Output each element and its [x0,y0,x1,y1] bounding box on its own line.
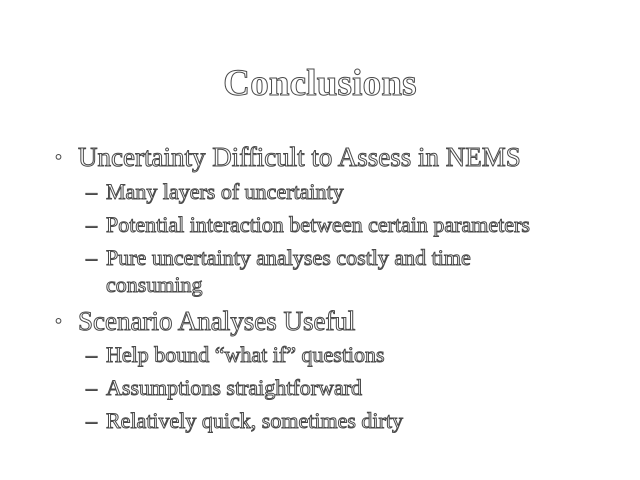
subbullet-layers: Many layers of uncertainty [106,179,345,205]
subbullet-interaction: Potential interaction between certain pa… [106,212,531,238]
bullet-marker: • [54,147,63,170]
subbullet-marker: – [86,342,98,368]
bullet-marker: • [54,311,63,334]
subbullet-assumptions: Assumptions straightforward [105,375,363,401]
subbullet-marker: – [86,212,98,238]
bullet-uncertainty: Uncertainty Difficult to Assess in NEMS [78,142,522,173]
slide-title: Conclusions [223,63,417,104]
subbullet-what-if: Help bound “what if” questions [106,342,386,368]
subbullet-marker: – [86,408,98,434]
subbullet-pure-uncertainty-continuation: consuming [106,272,204,298]
bullet-scenario: Scenario Analyses Useful [77,306,356,337]
subbullet-marker: – [86,179,98,205]
subbullet-marker: – [86,245,98,271]
subbullet-pure-uncertainty: Pure uncertainty analyses costly and tim… [106,245,472,271]
slide: Conclusions • Uncertainty Difficult to A… [0,0,640,480]
subbullet-marker: – [86,375,98,401]
subbullet-quick: Relatively quick, sometimes dirty [106,408,404,434]
